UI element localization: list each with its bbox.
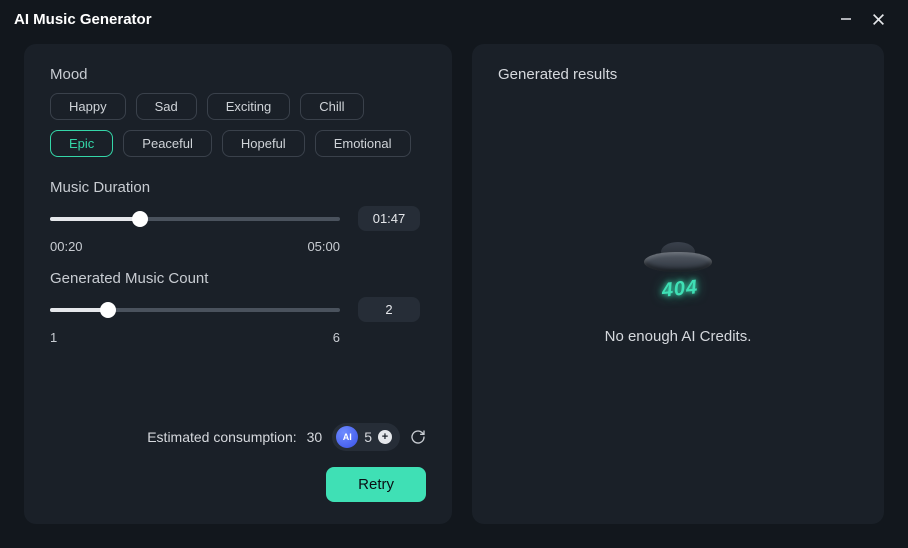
error-message: No enough AI Credits. [605, 328, 752, 345]
minimize-button[interactable] [830, 5, 862, 33]
mood-chip-chill[interactable]: Chill [300, 93, 363, 120]
mood-label: Mood [50, 66, 426, 83]
duration-label: Music Duration [50, 179, 426, 196]
count-value: 2 [358, 297, 420, 322]
window-title: AI Music Generator [14, 11, 152, 28]
results-panel: Generated results 404 No enough AI Credi… [472, 44, 884, 524]
duration-slider[interactable] [50, 217, 340, 221]
duration-max: 05:00 [307, 239, 340, 254]
retry-button[interactable]: Retry [326, 467, 426, 502]
close-button[interactable] [862, 5, 894, 33]
error-code: 404 [661, 276, 700, 303]
ai-badge-icon: AI [336, 426, 358, 448]
title-bar: AI Music Generator [0, 0, 908, 38]
mood-chip-sad[interactable]: Sad [136, 93, 197, 120]
add-credits-button[interactable]: + [378, 430, 392, 444]
mood-chip-exciting[interactable]: Exciting [207, 93, 291, 120]
mood-chip-hopeful[interactable]: Hopeful [222, 130, 305, 157]
consumption-label: Estimated consumption: [147, 429, 296, 445]
credits-value: 5 [364, 429, 372, 445]
count-label: Generated Music Count [50, 270, 426, 287]
mood-options: Happy Sad Exciting Chill Epic Peaceful Hopeful… [50, 93, 426, 157]
mood-chip-peaceful[interactable]: Peaceful [123, 130, 212, 157]
mood-chip-happy[interactable]: Happy [50, 93, 126, 120]
duration-min: 00:20 [50, 239, 83, 254]
credits-pill: AI 5 + [332, 423, 400, 451]
duration-slider-thumb[interactable] [132, 211, 148, 227]
count-slider[interactable] [50, 308, 340, 312]
error-illustration: 404 [633, 240, 723, 310]
consumption-value: 30 [307, 429, 323, 445]
mood-chip-epic[interactable]: Epic [50, 130, 113, 157]
settings-panel: Mood Happy Sad Exciting Chill Epic Peaceful Ho… [24, 44, 452, 524]
mood-chip-emotional[interactable]: Emotional [315, 130, 411, 157]
count-slider-thumb[interactable] [100, 302, 116, 318]
duration-value: 01:47 [358, 206, 420, 231]
count-min: 1 [50, 330, 57, 345]
results-title: Generated results [498, 66, 858, 83]
refresh-icon[interactable] [410, 429, 426, 445]
consumption-row: Estimated consumption: 30 AI 5 + [147, 423, 426, 451]
count-max: 6 [333, 330, 340, 345]
